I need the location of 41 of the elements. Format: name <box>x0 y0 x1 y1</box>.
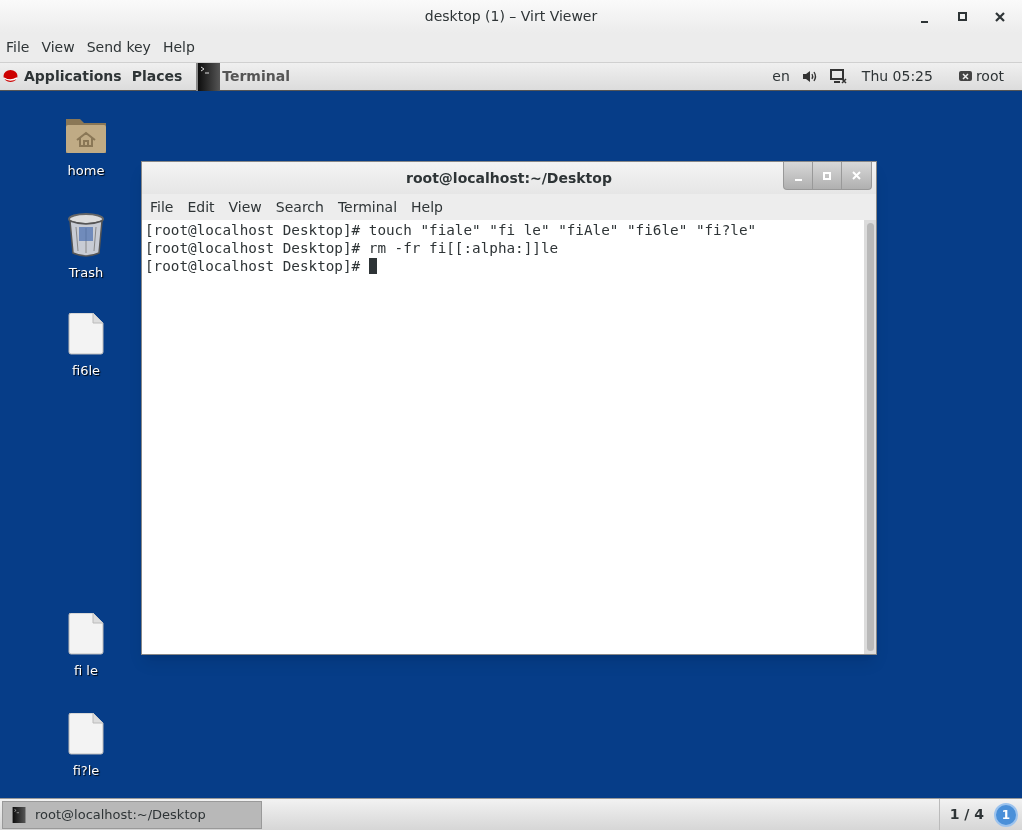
scrollbar[interactable] <box>864 220 876 654</box>
file-icon[interactable] <box>68 713 104 755</box>
icon-label[interactable]: fi le <box>74 661 98 681</box>
close-icon <box>852 171 861 180</box>
terminal-title: root@localhost:~/Desktop <box>406 168 612 188</box>
terminal-line: [root@localhost Desktop]# rm -fr fi[[:alpha:]]le <box>145 239 559 257</box>
trash-icon[interactable] <box>67 213 105 257</box>
places-menu[interactable]: Places <box>131 66 197 87</box>
terminal-area[interactable]: [root@localhost Desktop]# touch "fiale" "fi le" "fiAle" "fi6le" "fi?le" [root@localhost Desktop]# rm -fr fi[[:alpha:]]le [root@localhost Desktop]# <box>142 220 876 654</box>
icon-label[interactable]: fi?le <box>72 761 100 781</box>
close-icon <box>995 11 1005 22</box>
menu-item[interactable]: File <box>144 196 180 218</box>
taskbar-item[interactable]: root@localhost:~/Desktop <box>2 800 262 829</box>
icon-label[interactable]: home <box>67 161 105 181</box>
menu-item[interactable]: Send key <box>82 37 155 58</box>
language-indicator[interactable]: en <box>772 66 790 87</box>
menu-item[interactable]: Help <box>158 37 199 58</box>
terminal-icon <box>198 62 221 91</box>
taskbar-item[interactable]: Terminal <box>196 62 298 91</box>
menu-item[interactable]: View <box>37 37 79 58</box>
menu-item[interactable]: Search <box>269 196 330 218</box>
window-title: desktop (1) – Virt Viewer <box>424 7 598 26</box>
menu-item[interactable]: Terminal <box>331 196 404 218</box>
menu-item[interactable]: Help <box>405 196 449 218</box>
hat-logo-icon <box>3 70 18 83</box>
icon-label[interactable]: Trash <box>68 263 104 283</box>
workspace-switcher[interactable]: 1 / 4 <box>938 799 994 830</box>
volume-icon[interactable] <box>801 70 818 83</box>
applications-menu[interactable]: Applications <box>24 66 122 87</box>
terminal-line: [root@localhost Desktop]# <box>145 257 362 275</box>
user-menu[interactable]: root <box>975 66 1004 87</box>
menu-item[interactable]: Edit <box>181 196 221 218</box>
file-icon[interactable] <box>68 313 104 355</box>
terminal-line: [root@localhost Desktop]# touch "fiale" "fi le" "fiAle" "fi6le" "fi?le" <box>145 221 757 239</box>
icon-label[interactable]: fi6le <box>71 361 101 381</box>
clock[interactable]: Thu 05:25 <box>861 66 933 87</box>
menu-item[interactable]: View <box>222 196 268 218</box>
menu-item[interactable]: File <box>2 37 34 58</box>
file-icon[interactable] <box>68 613 104 655</box>
network-icon[interactable] <box>829 68 848 85</box>
user-icon <box>958 70 972 83</box>
